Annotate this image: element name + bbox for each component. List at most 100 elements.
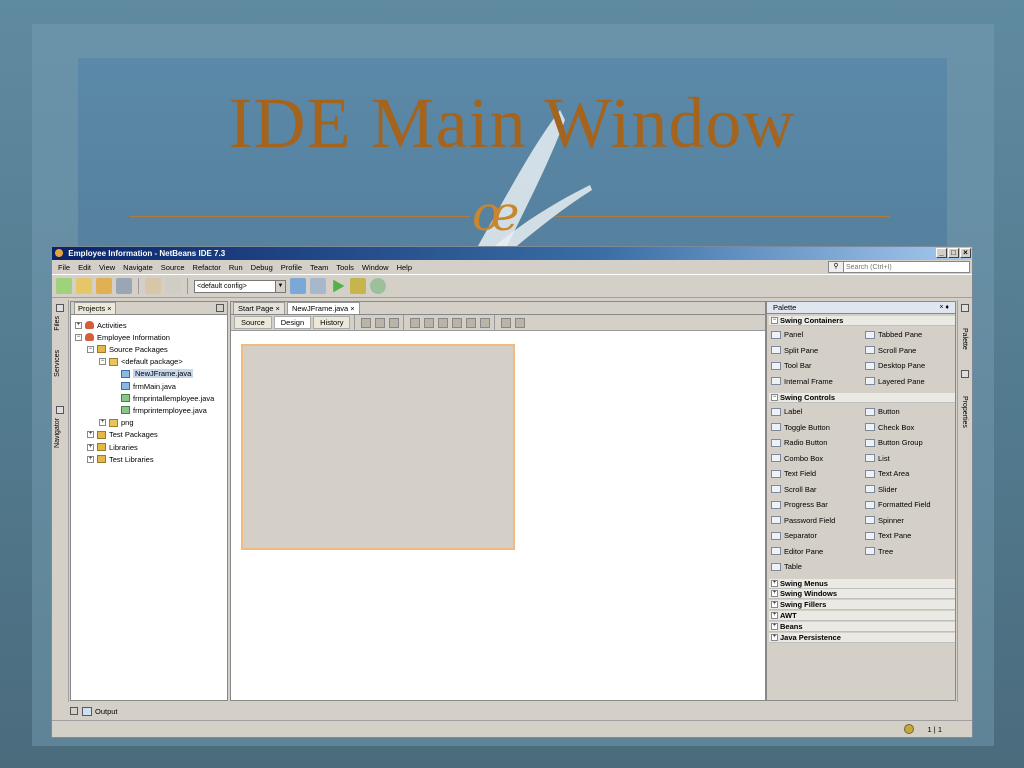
config-select[interactable]: <default config> ▼ xyxy=(194,279,286,293)
jframe-design-canvas[interactable] xyxy=(241,344,515,550)
collapse-icon[interactable]: − xyxy=(771,317,778,324)
tree-node[interactable]: − Employee Information xyxy=(75,331,170,343)
tree-node[interactable]: frmprintallemployee.java xyxy=(111,392,214,404)
restore-navigator-icon[interactable] xyxy=(56,406,64,414)
palette-item[interactable]: Toggle Button xyxy=(771,423,830,432)
tab-newjframe[interactable]: NewJFrame.java × xyxy=(286,302,360,314)
menu-run[interactable]: Run xyxy=(225,263,247,272)
palette-item[interactable]: Scroll Pane xyxy=(865,346,916,355)
palette-item[interactable]: Split Pane xyxy=(771,346,818,355)
expand-icon[interactable]: + xyxy=(771,612,778,620)
tree-node[interactable]: + png xyxy=(99,417,134,429)
debug-icon[interactable] xyxy=(350,278,366,294)
palette-category[interactable]: + AWT xyxy=(769,611,955,622)
palette-category[interactable]: + Swing Windows xyxy=(769,589,955,600)
restore-palette-icon[interactable] xyxy=(961,304,969,312)
palette-item[interactable]: Text Field xyxy=(771,469,816,478)
menu-source[interactable]: Source xyxy=(157,263,189,272)
connection-mode-icon[interactable] xyxy=(375,317,386,328)
palette-item[interactable]: Desktop Pane xyxy=(865,361,925,370)
palette-item[interactable]: Check Box xyxy=(865,423,914,432)
expand-toggle-icon[interactable]: + xyxy=(87,455,94,463)
palette-item[interactable]: Editor Pane xyxy=(771,547,823,556)
palette-item[interactable]: List xyxy=(865,454,890,463)
expand-toggle-icon[interactable]: − xyxy=(99,358,106,366)
search-icon[interactable]: ⚲ xyxy=(828,261,844,273)
undo-icon[interactable] xyxy=(145,278,161,294)
navigator-side-tab[interactable]: Navigator xyxy=(54,418,61,448)
palette-category[interactable]: − Swing Containers xyxy=(769,316,955,326)
tree-node[interactable]: frmMain.java xyxy=(111,380,176,392)
tab-start-page[interactable]: Start Page × xyxy=(233,302,285,314)
clean-build-icon[interactable] xyxy=(310,278,326,294)
chevron-down-icon[interactable]: ▼ xyxy=(275,280,285,292)
services-side-tab[interactable]: Services xyxy=(54,350,61,377)
redo-icon[interactable] xyxy=(165,278,181,294)
palette-item[interactable]: Slider xyxy=(865,485,897,494)
minimize-button[interactable]: _ xyxy=(936,248,947,258)
palette-category[interactable]: − Swing Controls xyxy=(769,393,955,403)
palette-item[interactable]: Tree xyxy=(865,547,893,556)
new-file-icon[interactable] xyxy=(56,278,72,294)
run-icon[interactable] xyxy=(333,279,345,293)
expand-toggle-icon[interactable]: + xyxy=(87,431,94,439)
expand-toggle-icon[interactable]: − xyxy=(87,345,94,353)
restore-properties-icon[interactable] xyxy=(961,370,969,378)
palette-category[interactable]: + Swing Menus xyxy=(769,578,955,589)
palette-item[interactable]: Tabbed Pane xyxy=(865,330,922,339)
close-button[interactable]: × xyxy=(960,248,971,258)
palette-item[interactable]: Internal Frame xyxy=(771,377,833,386)
palette-item[interactable]: Panel xyxy=(771,330,803,339)
palette-item[interactable]: Radio Button xyxy=(771,438,827,447)
close-icon[interactable]: × xyxy=(276,304,280,313)
tab-design[interactable]: Design xyxy=(273,316,312,329)
restore-output-icon[interactable] xyxy=(70,707,78,715)
tab-source[interactable]: Source xyxy=(234,316,272,329)
menu-file[interactable]: File xyxy=(54,263,74,272)
save-all-icon[interactable] xyxy=(116,278,132,294)
maximize-button[interactable]: □ xyxy=(948,248,959,258)
menu-refactor[interactable]: Refactor xyxy=(189,263,225,272)
menu-navigate[interactable]: Navigate xyxy=(119,263,157,272)
align-left-icon[interactable] xyxy=(410,317,421,328)
palette-category[interactable]: + Java Persistence xyxy=(769,633,955,643)
resize-vertical-icon[interactable] xyxy=(515,317,526,328)
menu-team[interactable]: Team xyxy=(306,263,332,272)
resize-horizontal-icon[interactable] xyxy=(501,317,512,328)
minimize-panel-icon[interactable] xyxy=(216,304,224,312)
search-input[interactable] xyxy=(844,261,970,273)
notifications-icon[interactable] xyxy=(904,724,914,734)
palette-item[interactable]: Scroll Bar xyxy=(771,485,817,494)
menu-view[interactable]: View xyxy=(95,263,119,272)
palette-item[interactable]: Combo Box xyxy=(771,454,823,463)
expand-toggle-icon[interactable]: + xyxy=(87,443,94,451)
expand-icon[interactable]: + xyxy=(771,579,778,587)
palette-item[interactable]: Formatted Field xyxy=(865,500,931,509)
palette-item[interactable]: Tool Bar xyxy=(771,361,812,370)
projects-tab[interactable]: Projects × xyxy=(74,302,116,314)
palette-item[interactable]: Text Area xyxy=(865,469,909,478)
tree-node[interactable]: − Source Packages xyxy=(87,343,168,355)
tree-node[interactable]: + Libraries xyxy=(87,441,138,453)
palette-item[interactable]: Button xyxy=(865,407,900,416)
output-tab[interactable]: Output xyxy=(95,707,118,716)
menu-profile[interactable]: Profile xyxy=(277,263,306,272)
menu-help[interactable]: Help xyxy=(393,263,416,272)
align-middle-icon[interactable] xyxy=(480,317,491,328)
tab-history[interactable]: History xyxy=(313,316,351,329)
open-project-icon[interactable] xyxy=(96,278,112,294)
preview-design-icon[interactable] xyxy=(389,317,400,328)
palette-category[interactable]: + Swing Fillers xyxy=(769,600,955,611)
align-top-icon[interactable] xyxy=(452,317,463,328)
collapse-icon[interactable]: − xyxy=(771,394,778,401)
palette-item[interactable]: Separator xyxy=(771,531,817,540)
menu-window[interactable]: Window xyxy=(358,263,393,272)
expand-icon[interactable]: + xyxy=(771,601,778,609)
tree-node[interactable]: + Test Libraries xyxy=(87,453,154,465)
tree-node[interactable]: NewJFrame.java xyxy=(111,368,194,380)
palette-header-controls[interactable]: × ♦ xyxy=(939,302,949,313)
files-side-tab[interactable]: Files xyxy=(54,316,61,331)
align-bottom-icon[interactable] xyxy=(466,317,477,328)
window-titlebar[interactable]: Employee Information - NetBeans IDE 7.3 … xyxy=(52,247,972,260)
profile-icon[interactable] xyxy=(370,278,386,294)
